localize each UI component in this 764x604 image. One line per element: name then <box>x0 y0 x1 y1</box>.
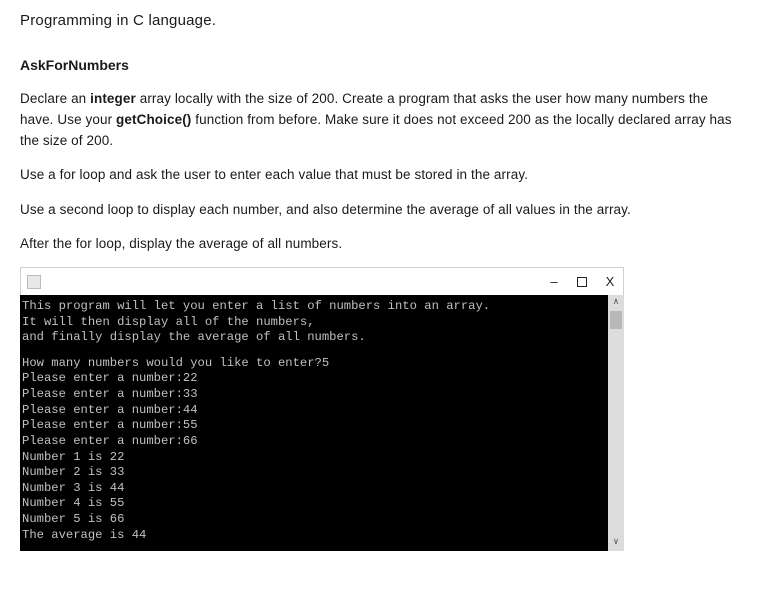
scroll-up-icon[interactable]: ∧ <box>608 295 624 311</box>
terminal-line: Number 5 is 66 <box>22 512 622 528</box>
terminal-intro-line-3: and finally display the average of all n… <box>22 330 622 346</box>
terminal-line: Number 3 is 44 <box>22 481 622 497</box>
terminal-intro-line-2: It will then display all of the numbers, <box>22 315 622 331</box>
console-body: ∧ ∨ This program will let you enter a li… <box>20 295 624 551</box>
instruction-paragraph-4: After the for loop, display the average … <box>20 234 744 255</box>
terminal-intro-line-1: This program will let you enter a list o… <box>22 299 622 315</box>
terminal-line: Please enter a number:33 <box>22 387 622 403</box>
terminal-line: How many numbers would you like to enter… <box>22 356 622 372</box>
terminal-line: Please enter a number:55 <box>22 418 622 434</box>
terminal-line: The average is 44 <box>22 528 622 544</box>
console-window: – X ∧ ∨ This program will let you enter … <box>20 267 624 551</box>
terminal-line: Number 1 is 22 <box>22 450 622 466</box>
maximize-button[interactable] <box>577 277 587 287</box>
keyword-getchoice: getChoice() <box>116 112 191 127</box>
scroll-thumb[interactable] <box>610 311 622 329</box>
text: Declare an <box>20 91 90 106</box>
instruction-paragraph-3: Use a second loop to display each number… <box>20 200 744 221</box>
scroll-down-icon[interactable]: ∨ <box>608 535 624 551</box>
terminal-line: Number 4 is 55 <box>22 496 622 512</box>
app-icon <box>27 275 41 289</box>
close-button[interactable]: X <box>603 275 617 289</box>
keyword-integer: integer <box>90 91 136 106</box>
window-controls: – X <box>547 275 617 289</box>
terminal-line: Please enter a number:66 <box>22 434 622 450</box>
instruction-paragraph-1: Declare an integer array locally with th… <box>20 89 744 152</box>
terminal-line: Please enter a number:22 <box>22 371 622 387</box>
vertical-scrollbar[interactable]: ∧ ∨ <box>608 295 624 551</box>
window-titlebar[interactable]: – X <box>20 267 624 295</box>
terminal-line: Please enter a number:44 <box>22 403 622 419</box>
instruction-paragraph-2: Use a for loop and ask the user to enter… <box>20 165 744 186</box>
minimize-button[interactable]: – <box>547 275 561 289</box>
section-heading: AskForNumbers <box>20 57 744 73</box>
page-title: Programming in C language. <box>20 12 744 29</box>
terminal-output-block: How many numbers would you like to enter… <box>22 356 622 543</box>
terminal-line: Number 2 is 33 <box>22 465 622 481</box>
